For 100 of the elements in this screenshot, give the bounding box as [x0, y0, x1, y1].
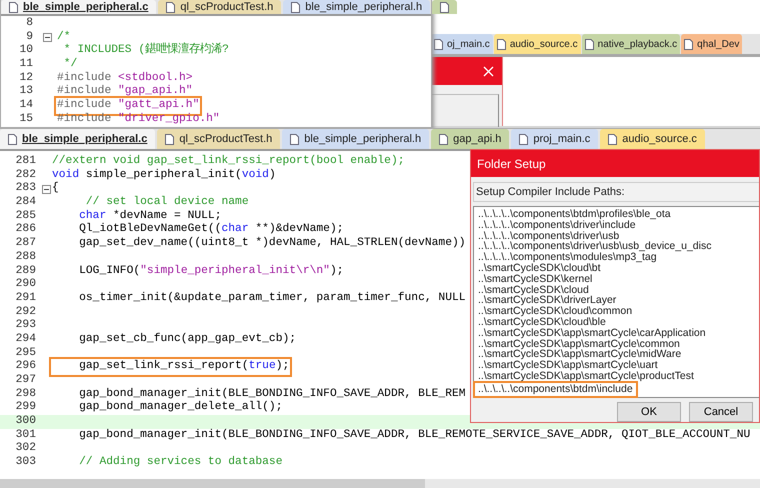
- close-icon[interactable]: [483, 66, 494, 76]
- cancel-button[interactable]: Cancel: [689, 402, 753, 422]
- line-number: 15: [18, 112, 34, 126]
- tab[interactable]: audio_source.c: [600, 129, 705, 149]
- line-number: 297: [14, 374, 37, 388]
- line-number: 302: [14, 442, 37, 456]
- path-item[interactable]: ..\smartCycleSDK\driverLayer: [476, 295, 618, 306]
- path-item[interactable]: ..\..\..\..\components\driver\usb\usb_device_u_disc: [476, 241, 714, 252]
- tab[interactable]: oj_main.c: [431, 34, 493, 54]
- document-icon: [684, 38, 694, 50]
- document-icon: [290, 134, 300, 144]
- line-number: 301: [14, 428, 37, 442]
- path-item[interactable]: ..\smartCycleSDK\kernel: [476, 274, 594, 285]
- document-icon: [496, 38, 506, 50]
- line-number: 289: [14, 264, 37, 278]
- line-number: 303: [14, 456, 37, 470]
- scrollbar[interactable]: [0, 479, 760, 488]
- code-line: #include "gatt_api.h": [57, 99, 200, 113]
- code-line: LOG_INFO("simple_peripheral_init\r\n");: [78, 264, 344, 278]
- tab[interactable]: gap_api.h: [431, 129, 510, 149]
- code-line: os_timer_init(&update_param_timer, param_timer_func, NULL: [78, 292, 466, 306]
- code-line: * INCLUDES (鍖呭惈澶存枃浠?: [62, 44, 229, 58]
- line-number: 10: [18, 44, 34, 58]
- line-number: 286: [14, 223, 37, 238]
- collapse-icon[interactable]: [42, 33, 52, 42]
- code-line: gap_set_cb_func(app_gap_evt_cb);: [78, 332, 296, 347]
- line-number: 300: [14, 415, 37, 429]
- document-icon: [166, 2, 176, 12]
- path-item[interactable]: ..\..\..\..\components\btdm\include: [476, 384, 635, 395]
- code-line: gap_set_link_rssi_report(true);: [52, 360, 290, 374]
- line-number: 287: [14, 237, 37, 251]
- path-item[interactable]: ..\smartCycleSDK\app\smartCycle\carApplication: [476, 328, 708, 339]
- code-line: {: [52, 182, 59, 196]
- tab[interactable]: ql_scProductTest.h: [157, 129, 280, 149]
- code-line: // Adding services to database: [78, 456, 282, 470]
- path-item[interactable]: ..\..\..\..\components\driver\include: [476, 220, 638, 231]
- tab[interactable]: ble_simple_peripheral.c: [0, 129, 156, 149]
- ok-button[interactable]: OK: [617, 402, 681, 422]
- document-icon: [165, 134, 174, 144]
- tab[interactable]: ql_scProductTest.h: [158, 0, 282, 14]
- document-icon: [519, 134, 528, 144]
- code-line: char *devName = NULL;: [78, 210, 222, 222]
- code-line: Ql_iotBleDevNameGet((char **)&devName);: [78, 223, 344, 236]
- tab[interactable]: audio_source.c: [494, 34, 581, 54]
- path-item[interactable]: ..\smartCycleSDK\app\smartCycle\midWare: [476, 349, 684, 360]
- document-icon: [9, 2, 18, 12]
- path-item[interactable]: ..\smartCycleSDK\app\smartCycle\common: [476, 338, 682, 350]
- line-number: 293: [14, 319, 37, 333]
- path-item[interactable]: ..\smartCycleSDK\cloud: [476, 284, 591, 296]
- line-number: 8: [25, 17, 34, 31]
- tab[interactable]: proj_main.c: [511, 129, 598, 149]
- path-item[interactable]: ..\smartCycleSDK\cloud\bt: [476, 262, 603, 274]
- document-icon: [439, 134, 448, 144]
- code-line: /*: [57, 30, 71, 44]
- tab[interactable]: ble_simple_peripheral.h: [282, 129, 430, 149]
- line-number: 281: [14, 155, 37, 169]
- code-line: gap_bond_manager_init(BLE_BONDING_INFO_SAVE_ADDR, BLE_REMOTE_SERVICE_SAVE_ADDR, QIOT_BLE_ACCOUNT_NU: [78, 428, 750, 442]
- document-icon: [8, 134, 17, 144]
- code-line: */: [62, 58, 78, 72]
- line-number: 283: [14, 182, 37, 196]
- line-number: 291: [14, 292, 37, 306]
- code-line: void simple_peripheral_init(void): [52, 168, 276, 182]
- collapse-icon[interactable]: [42, 184, 50, 194]
- line-number: 282: [14, 168, 37, 182]
- line-number: 12: [18, 72, 34, 86]
- tab[interactable]: [432, 0, 458, 14]
- path-item[interactable]: ..\smartCycleSDK\app\smartCycle\productTest: [476, 370, 696, 382]
- tab[interactable]: ble_simple_peripheral.h: [283, 0, 430, 14]
- line-number: 285: [14, 210, 37, 224]
- tab[interactable]: ble_simple_peripheral.c: [1, 0, 156, 14]
- line-number: 296: [14, 360, 37, 374]
- path-item[interactable]: ..\..\..\..\components\btdm\profiles\ble_ota: [476, 209, 673, 220]
- line-number: 13: [18, 85, 34, 100]
- line-number: 295: [14, 346, 37, 360]
- line-number: 284: [14, 196, 37, 210]
- code-line: gap_bond_manager_delete_all();: [78, 401, 282, 416]
- document-icon: [291, 2, 300, 12]
- path-item[interactable]: ..\smartCycleSDK\cloud\ble: [476, 316, 608, 328]
- path-item[interactable]: ..\..\..\..\components\modules\mp3_tag: [476, 252, 659, 263]
- document-icon: [608, 134, 618, 144]
- line-number: 288: [14, 250, 37, 264]
- code-line: #include <stdbool.h>: [57, 72, 193, 84]
- tab[interactable]: native_playback.c: [582, 34, 680, 54]
- line-number: 290: [14, 278, 37, 292]
- line-number: 298: [14, 388, 37, 402]
- line-number: 11: [18, 58, 34, 72]
- line-number: 294: [14, 332, 37, 347]
- code-line: gap_set_dev_name((uint8_t *)devName, HAL_STRLEN(devName)): [78, 237, 466, 251]
- code-line: #include "driver_gpio.h": [57, 112, 220, 126]
- path-item[interactable]: ..\smartCycleSDK\cloud\common: [476, 306, 634, 317]
- path-item[interactable]: ..\..\..\..\components\driver\usb: [476, 230, 622, 242]
- line-number: 299: [14, 401, 37, 416]
- line-number: 9: [25, 30, 34, 44]
- path-item[interactable]: ..\smartCycleSDK\app\smartCycle\uart: [476, 360, 660, 371]
- field-label: Setup Compiler Include Paths:: [473, 182, 759, 202]
- tab[interactable]: qhal_Dev: [681, 34, 742, 54]
- line-number: 292: [14, 306, 37, 320]
- code-line: #include "gap_api.h": [57, 85, 193, 98]
- document-icon: [434, 38, 443, 50]
- code-line: // set local device name: [84, 196, 249, 210]
